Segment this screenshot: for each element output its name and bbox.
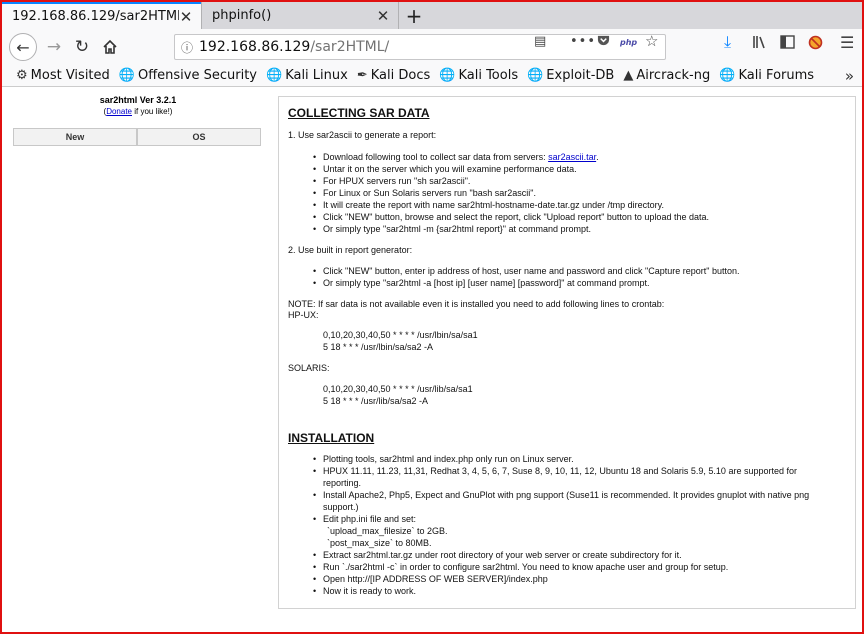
- app-version-title: sar2html Ver 3.2.1: [99, 95, 177, 105]
- list-item: Click "NEW" button, browse and select th…: [313, 212, 709, 222]
- list-item: Now it is ready to work.: [313, 586, 416, 596]
- close-icon[interactable]: ✕: [376, 7, 390, 25]
- list-item: Edit php.ini file and set:: [313, 514, 416, 524]
- globe-icon: 🌐: [527, 68, 544, 83]
- os-button[interactable]: OS: [137, 128, 261, 146]
- hamburger-menu-icon[interactable]: ☰: [840, 33, 854, 52]
- pocket-icon[interactable]: [597, 34, 610, 51]
- solaris-label: SOLARIS:: [288, 363, 330, 373]
- chevron-double-right-icon[interactable]: »: [845, 67, 854, 85]
- close-icon[interactable]: ✕: [179, 8, 193, 26]
- web-page: sar2html Ver 3.2.1 (Donate if you like!)…: [4, 89, 862, 632]
- back-arrow-icon[interactable]: ←: [9, 33, 37, 61]
- bookmark-kali-linux[interactable]: 🌐 Kali Linux: [266, 68, 348, 83]
- aircrack-icon: ▲: [623, 68, 634, 83]
- info-icon[interactable]: ⓘ: [175, 39, 199, 56]
- reader-view-icon[interactable]: ▤: [534, 34, 546, 49]
- tab-sar2html[interactable]: 192.168.86.129/sar2HTML/ ✕: [2, 2, 201, 29]
- list-item: Plotting tools, sar2html and index.php o…: [313, 454, 574, 464]
- bookmark-kali-docs[interactable]: ✒ Kali Docs: [357, 68, 430, 83]
- reload-icon[interactable]: ↻: [72, 37, 92, 57]
- bookmark-label: Kali Tools: [458, 68, 519, 83]
- navigation-bar: ← → ↻ ⓘ 192.168.86.129/sar2HTML/ ▤ ••• p…: [2, 29, 862, 65]
- crontab-line: 0,10,20,30,40,50 * * * * /usr/lib/sa/sa1: [323, 384, 473, 394]
- kali-dragon-icon: ✒: [356, 68, 368, 83]
- browser-window: 192.168.86.129/sar2HTML/ ✕ phpinfo() ✕ +…: [0, 0, 864, 634]
- help-content: COLLECTING SAR DATA 1. Use sar2ascii to …: [278, 96, 856, 609]
- sidebar-toggle-icon[interactable]: [780, 35, 795, 53]
- list-item: Or simply type "sar2html -m {sar2html re…: [313, 224, 591, 234]
- tab-label: 192.168.86.129/sar2HTML/: [12, 9, 179, 24]
- bookmark-star-icon[interactable]: ☆: [645, 32, 658, 50]
- bookmark-kali-tools[interactable]: 🌐 Kali Tools: [439, 68, 518, 83]
- library-icon[interactable]: [752, 35, 768, 53]
- bookmark-label: Kali Forums: [738, 68, 815, 83]
- globe-icon: 🌐: [266, 68, 283, 83]
- bookmark-label: Kali Linux: [285, 68, 348, 83]
- new-button[interactable]: New: [13, 128, 137, 146]
- crontab-line: 5 18 * * * /usr/lib/sa/sa2 -A: [323, 396, 429, 406]
- donate-link[interactable]: Donate: [106, 107, 132, 116]
- action-buttons: New OS: [13, 128, 261, 146]
- bookmark-offensive-security[interactable]: 🌐 Offensive Security: [119, 68, 257, 83]
- bookmark-label: Offensive Security: [137, 68, 257, 83]
- list-item-continuation: `post_max_size` to 80MB.: [327, 538, 432, 548]
- gear-icon: ⚙: [16, 68, 28, 83]
- hpux-label: HP-UX:: [288, 310, 319, 320]
- list-item: Or simply type "sar2html -a [host ip] [u…: [313, 278, 650, 288]
- list-item: For Linux or Sun Solaris servers run "ba…: [313, 188, 536, 198]
- list-item: Open http://[IP ADDRESS OF WEB SERVER]/i…: [313, 574, 548, 584]
- url-host: 192.168.86.129: [199, 39, 311, 55]
- collecting-heading: COLLECTING SAR DATA: [288, 106, 430, 120]
- tab-label: phpinfo(): [212, 8, 272, 23]
- list-item: HPUX 11.11, 11.23, 11,31, Redhat 3, 4, 5…: [313, 466, 797, 476]
- step2-title: 2. Use built in report generator:: [288, 245, 413, 255]
- crontab-line: 0,10,20,30,40,50 * * * * /usr/lbin/sa/sa…: [323, 330, 478, 340]
- donate-line: (Donate if you like!): [103, 107, 173, 116]
- home-icon[interactable]: [99, 36, 121, 58]
- list-item: For HPUX servers run "sh sar2ascii".: [313, 176, 470, 186]
- list-item: Run `./sar2html -c` in order to configur…: [313, 562, 728, 572]
- bookmark-label: Most Visited: [30, 68, 110, 83]
- list-item-continuation: `upload_max_filesize` to 2GB.: [327, 526, 448, 536]
- tab-strip: 192.168.86.129/sar2HTML/ ✕ phpinfo() ✕ +: [2, 2, 862, 29]
- forward-arrow-icon[interactable]: →: [44, 37, 64, 57]
- globe-icon: 🌐: [118, 68, 135, 83]
- crontab-note: NOTE: If sar data is not available even …: [288, 299, 665, 309]
- blocked-extension-icon[interactable]: [808, 35, 823, 54]
- php-extension-icon[interactable]: php: [620, 38, 637, 47]
- list-item: Extract sar2html.tar.gz under root direc…: [313, 550, 682, 560]
- bookmark-aircrack-ng[interactable]: ▲ Aircrack-ng: [623, 68, 710, 83]
- step1-title: 1. Use sar2ascii to generate a report:: [288, 130, 437, 140]
- bookmark-exploit-db[interactable]: 🌐 Exploit-DB: [527, 68, 614, 83]
- left-panel: sar2html Ver 3.2.1 (Donate if you like!)…: [4, 89, 272, 632]
- url-path: /sar2HTML/: [310, 39, 390, 55]
- page-actions-menu-icon[interactable]: •••: [570, 34, 596, 49]
- list-item: Click "NEW" button, enter ip address of …: [313, 266, 739, 276]
- list-item-continuation: support.): [323, 502, 359, 512]
- list-item: It will create the report with name sar2…: [313, 200, 664, 210]
- globe-icon: 🌐: [439, 68, 456, 83]
- new-tab-plus-icon[interactable]: +: [399, 2, 429, 29]
- list-item: Install Apache2, Php5, Expect and GnuPlo…: [313, 490, 809, 500]
- bookmark-label: Aircrack-ng: [636, 68, 711, 83]
- tab-phpinfo[interactable]: phpinfo() ✕: [201, 2, 399, 29]
- bookmark-most-visited[interactable]: ⚙ Most Visited: [16, 68, 110, 83]
- crontab-line: 5 18 * * * /usr/lbin/sa/sa2 -A: [323, 342, 434, 352]
- list-item: Untar it on the server which you will ex…: [313, 164, 577, 174]
- downloads-icon[interactable]: ⤓: [724, 32, 731, 52]
- sar2ascii-download-link[interactable]: sar2ascii.tar: [548, 152, 596, 162]
- bookmark-kali-forums[interactable]: 🌐 Kali Forums: [719, 68, 814, 83]
- bookmark-label: Exploit-DB: [546, 68, 615, 83]
- bookmark-label: Kali Docs: [370, 68, 431, 83]
- globe-icon: 🌐: [719, 68, 736, 83]
- installation-heading: INSTALLATION: [288, 431, 375, 445]
- list-item-continuation: reporting.: [323, 478, 362, 488]
- bookmarks-toolbar: ⚙ Most Visited 🌐 Offensive Security 🌐 Kali …: [2, 65, 862, 87]
- list-item: Download following tool to collect sar d…: [313, 152, 599, 162]
